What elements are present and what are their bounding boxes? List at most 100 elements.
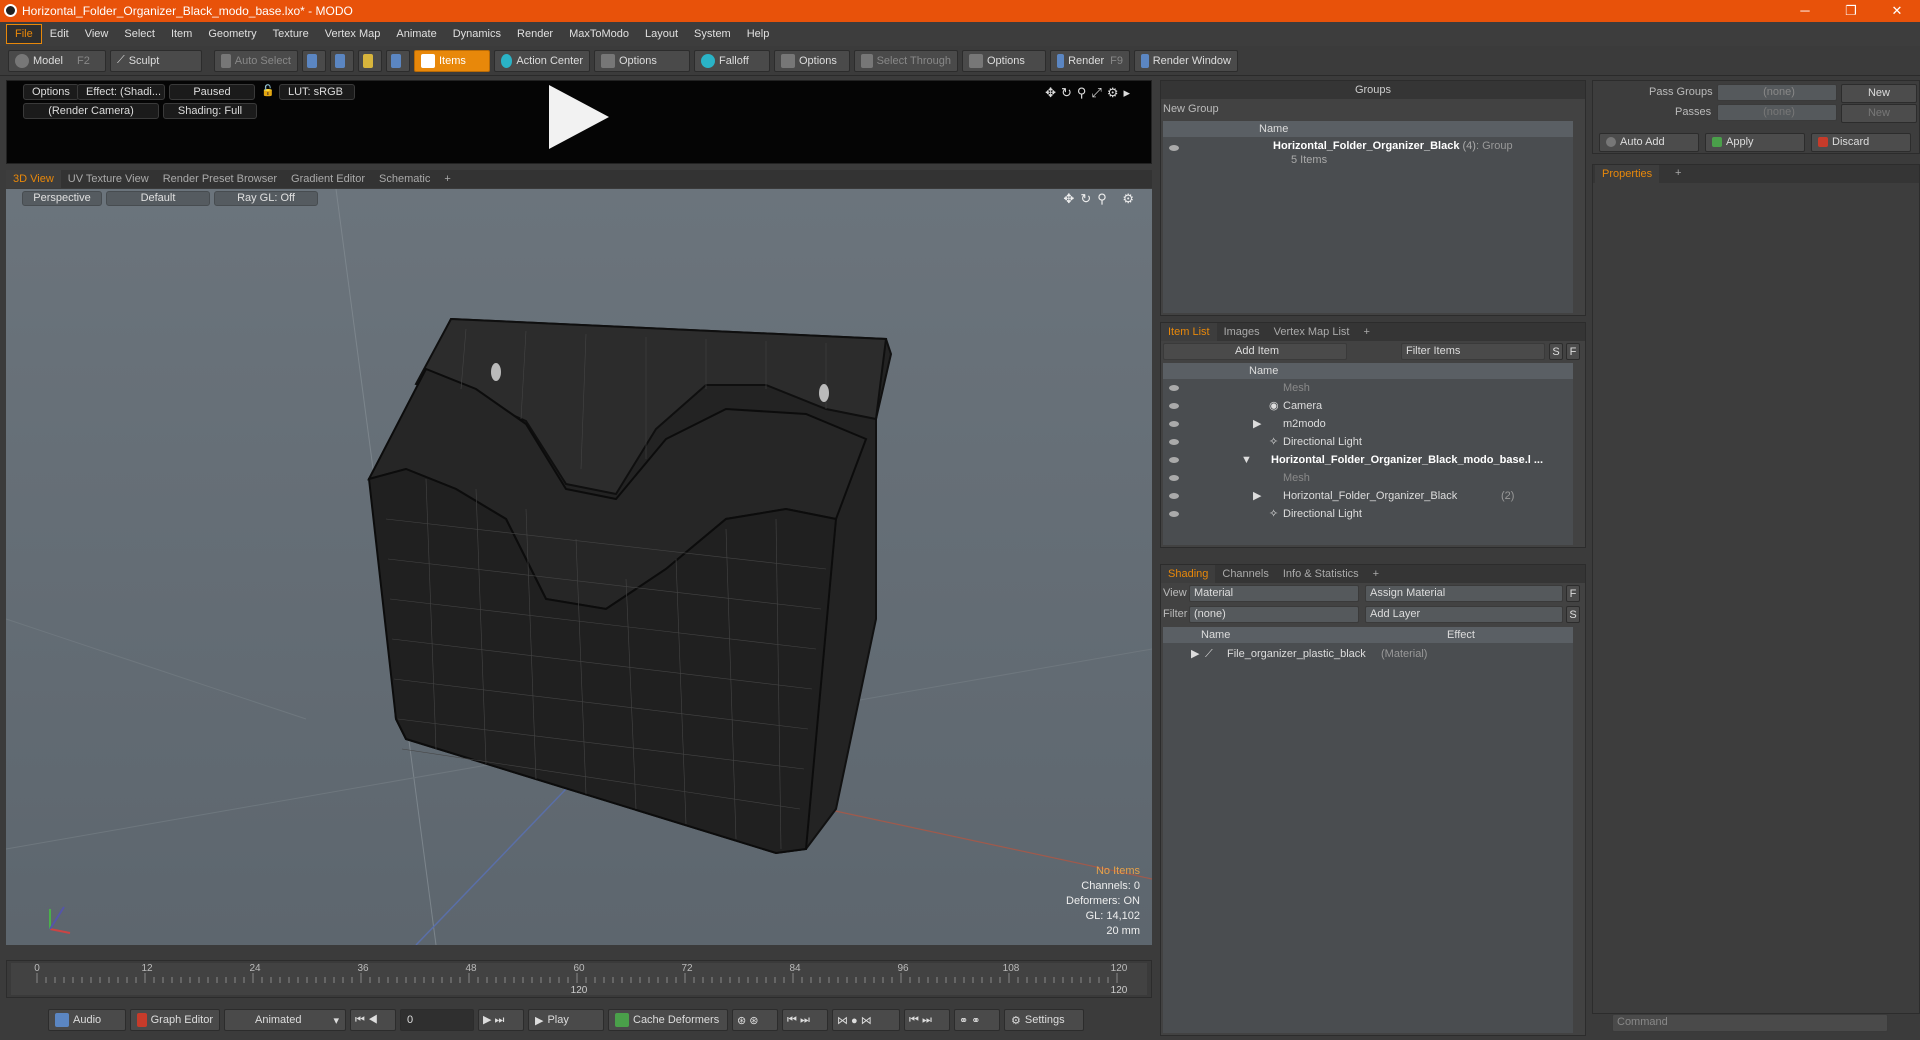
add-tab-button[interactable]: + [437,170,457,188]
select-through-options-button[interactable]: Options [962,49,1046,72]
add-itemlist-tab-button[interactable]: + [1356,323,1376,341]
filter-s-button[interactable]: S [1549,343,1563,360]
tab-properties[interactable]: Properties [1595,165,1660,183]
tab-info-statistics[interactable]: Info & Statistics [1276,565,1366,583]
tab-render-preset-browser[interactable]: Render Preset Browser [156,170,284,188]
timeline-ruler[interactable]: 0 12 24 36 48 60 72 84 96 108 120 120 12… [11,963,1147,996]
edges-mode-button[interactable] [330,49,354,72]
select-through-button[interactable]: Select Through [854,49,958,72]
list-item[interactable]: ▼ Horizontal_Folder_Organizer_Black_modo_… [1163,451,1573,469]
menu-select[interactable]: Select [116,25,163,43]
expand-arrow-icon[interactable]: ▶ [1191,645,1199,663]
menu-vertex-map[interactable]: Vertex Map [317,25,389,43]
3d-viewport[interactable]: Perspective Default Ray GL: Off ✥↻⚲ ⚙ No… [6,189,1152,945]
render-window-button[interactable]: Render Window [1134,49,1238,72]
lut-dropdown[interactable]: LUT: sRGB [279,84,355,100]
auto-select-button[interactable]: Auto Select [214,49,298,72]
passes-dropdown[interactable]: (none) [1717,104,1837,121]
graph-editor-button[interactable]: Graph Editor [130,1009,220,1031]
menu-render[interactable]: Render [509,25,561,43]
falloff-options-button[interactable]: Options [774,49,850,72]
play-preview-icon[interactable] [549,85,609,149]
skip-forward-buttons[interactable]: ▶ ⏭ [478,1009,524,1031]
filter-f-button[interactable]: F [1566,343,1580,360]
sculpt-mode-button[interactable]: ⟋ Sculpt [110,49,202,72]
visibility-eye-icon[interactable] [1169,493,1179,499]
new-group-button[interactable]: New Group [1163,101,1219,118]
preview-nav-icons[interactable]: ✥↻⚲⤢⚙▸ [1045,85,1135,101]
frame-input[interactable]: 0 [400,1009,474,1031]
menu-texture[interactable]: Texture [265,25,317,43]
preview-options-button[interactable]: Options [23,84,79,100]
visibility-eye-icon[interactable] [1169,403,1179,409]
menu-view[interactable]: View [77,25,117,43]
key-link-buttons[interactable]: ⚭ ⚭ [954,1009,1000,1031]
filter-dropdown[interactable]: (none) [1189,606,1359,623]
tab-gradient-editor[interactable]: Gradient Editor [284,170,372,188]
key-tools-buttons[interactable]: ⊛ ⊛ [732,1009,778,1031]
tab-uv-texture-view[interactable]: UV Texture View [61,170,156,188]
list-item[interactable]: ▶ Horizontal_Folder_Organizer_Black (2) [1163,487,1573,505]
items-mode-button[interactable]: Items [414,49,490,72]
keyframe-buttons[interactable]: ⋈ ● ⋈ [832,1009,900,1031]
tab-3d-view[interactable]: 3D View [6,170,61,188]
materials-mode-button[interactable] [386,49,410,72]
shading-s-button[interactable]: S [1566,606,1580,623]
render-button[interactable]: Render F9 [1050,49,1130,72]
command-input[interactable]: Command [1612,1014,1888,1032]
menu-item[interactable]: Item [163,25,200,43]
menu-geometry[interactable]: Geometry [200,25,264,43]
visibility-eye-icon[interactable] [1169,475,1179,481]
menu-system[interactable]: System [686,25,739,43]
menu-edit[interactable]: Edit [42,25,77,43]
menu-maxtomodo[interactable]: MaxToModo [561,25,637,43]
play-button[interactable]: ▶ Play [528,1009,604,1031]
vertices-mode-button[interactable] [302,49,326,72]
menu-help[interactable]: Help [739,25,778,43]
tab-images[interactable]: Images [1217,323,1267,341]
add-shading-tab-button[interactable]: + [1366,565,1386,583]
perspective-dropdown[interactable]: Perspective [22,191,102,206]
pass-groups-dropdown[interactable]: (none) [1717,84,1837,101]
tab-channels[interactable]: Channels [1215,565,1275,583]
assign-material-button[interactable]: Assign Material [1365,585,1563,602]
list-item[interactable]: Mesh [1163,379,1573,397]
material-row[interactable]: ▶ ⟋ File_organizer_plastic_black (Materi… [1163,645,1573,663]
add-item-dropdown[interactable]: Add Item [1163,343,1347,360]
expand-arrow-icon[interactable]: ▶ [1253,415,1261,433]
add-layer-dropdown[interactable]: Add Layer [1365,606,1563,623]
shading-style-dropdown[interactable]: Default [106,191,210,206]
collapse-arrow-icon[interactable]: ▼ [1241,451,1252,469]
new-pass-group-button[interactable]: New [1841,84,1917,103]
ray-gl-dropdown[interactable]: Ray GL: Off [214,191,318,206]
lock-icon[interactable]: 🔓 [261,84,275,97]
visibility-eye-icon[interactable] [1169,421,1179,427]
falloff-button[interactable]: Falloff [694,49,770,72]
maximize-button[interactable]: ❐ [1828,0,1874,22]
close-button[interactable]: ✕ [1874,0,1920,22]
shading-f-button[interactable]: F [1566,585,1580,602]
key-nav-buttons[interactable]: ⏮ ⏭ [782,1009,828,1031]
visibility-eye-icon[interactable] [1169,457,1179,463]
apply-button[interactable]: Apply [1705,133,1805,152]
minimize-button[interactable]: ─ [1782,0,1828,22]
expand-arrow-icon[interactable]: ▶ [1253,487,1261,505]
visibility-eye-icon[interactable] [1169,145,1179,151]
model-mode-button[interactable]: Model F2 [8,49,106,72]
view-dropdown[interactable]: Material [1189,585,1359,602]
list-item[interactable]: Mesh [1163,469,1573,487]
key-step-buttons[interactable]: ⏮ ⏭ [904,1009,950,1031]
preview-effect-dropdown[interactable]: Effect: (Shadi... [77,84,165,100]
menu-file[interactable]: File [6,24,42,44]
settings-button[interactable]: ⚙ Settings [1004,1009,1084,1031]
auto-add-button[interactable]: Auto Add [1599,133,1699,152]
group-row[interactable]: Horizontal_Folder_Organizer_Black (4): G… [1163,139,1573,167]
render-camera-dropdown[interactable]: (Render Camera) [23,103,159,119]
skip-back-buttons[interactable]: ⏮ ◀ [350,1009,396,1031]
list-item[interactable]: ✧ Directional Light [1163,433,1573,451]
cache-deformers-button[interactable]: Cache Deformers [608,1009,728,1031]
viewport-nav-icons[interactable]: ✥↻⚲ ⚙ [1063,191,1140,207]
tab-shading[interactable]: Shading [1161,565,1216,583]
animated-dropdown[interactable]: Animated ▾ [224,1009,346,1031]
visibility-eye-icon[interactable] [1169,385,1179,391]
